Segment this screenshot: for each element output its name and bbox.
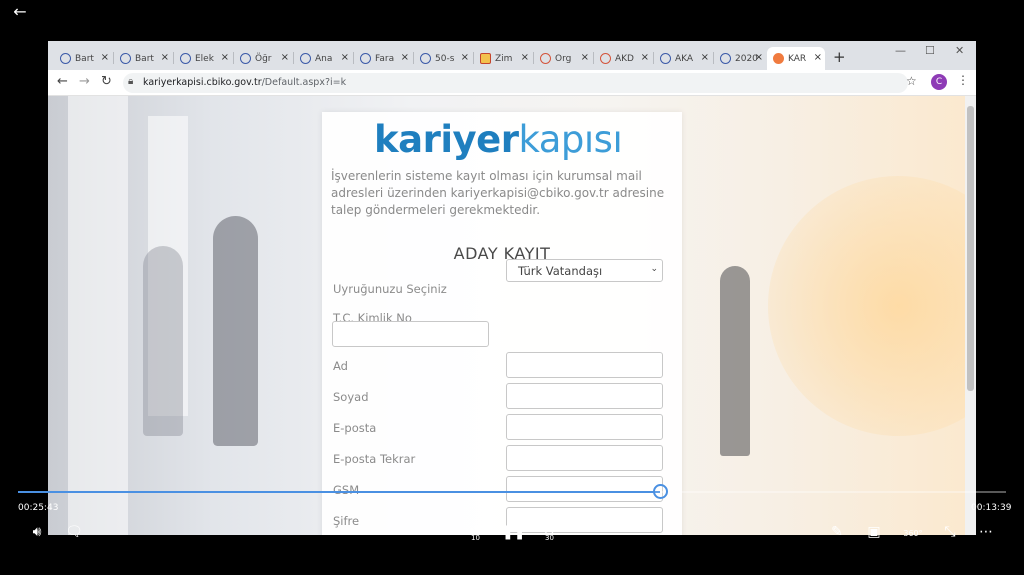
address-bar[interactable]: 🔒︎ kariyerkapisi.cbiko.gov.tr/Default.as… — [123, 73, 908, 93]
background-person — [143, 246, 183, 436]
video-player: ← Bart × Bart × Elek × Öğr × Ana × Fara × 50-s… — [0, 0, 1024, 575]
more-menu-icon[interactable]: ⋮ — [957, 73, 969, 87]
gsm-input[interactable] — [506, 476, 663, 502]
browser-tab[interactable]: 2020 × — [714, 47, 766, 70]
seek-bar[interactable] — [18, 484, 1006, 499]
globe-icon — [420, 53, 431, 64]
view-360-icon[interactable]: 360° — [898, 529, 928, 538]
mini-player-icon[interactable]: ▣ — [864, 524, 884, 540]
password-label: Şifre — [333, 514, 360, 528]
tc-input[interactable] — [332, 321, 489, 347]
registration-card: kariyerkapısı İşverenlerin sisteme kayıt… — [322, 112, 682, 535]
background-light — [768, 176, 965, 436]
nationality-select[interactable]: Türk Vatandaşı ⌄ — [506, 259, 663, 282]
url-host: kariyerkapisi.cbiko.gov.tr — [143, 77, 262, 88]
close-tab-icon[interactable]: × — [641, 52, 649, 63]
browser-tab[interactable]: Org × — [534, 47, 592, 70]
globe-icon — [240, 53, 251, 64]
browser-toolbar: ← → ↻ 🔒︎ kariyerkapisi.cbiko.gov.tr/Defa… — [48, 70, 976, 96]
exit-fullscreen-icon[interactable]: ⤡ — [940, 524, 960, 540]
browser-tab[interactable]: Elek × — [174, 47, 232, 70]
edit-pencil-icon[interactable]: ✎ — [827, 524, 847, 540]
skip-back-icon[interactable]: ↺ 10 — [465, 524, 485, 542]
subtitles-icon[interactable]: 🗨︎ — [64, 524, 84, 540]
close-tab-icon[interactable]: × — [221, 52, 229, 63]
pause-icon[interactable]: ❚❚ — [502, 524, 525, 540]
name-label: Ad — [333, 359, 348, 373]
site-icon — [540, 53, 551, 64]
close-tab-icon[interactable]: × — [755, 52, 763, 63]
web-page: kariyerkapısı İşverenlerin sisteme kayıt… — [48, 96, 965, 535]
seek-bar-fill — [18, 491, 661, 493]
browser-tab-active[interactable]: KAR × — [767, 47, 825, 70]
elapsed-time: 00:25:43 — [18, 503, 59, 513]
browser-tab[interactable]: Fara × — [354, 47, 412, 70]
browser-tab[interactable]: AKD × — [594, 47, 652, 70]
scroll-thumb[interactable] — [967, 106, 974, 391]
name-input[interactable] — [506, 352, 663, 378]
globe-icon — [120, 53, 131, 64]
browser-tab[interactable]: 50-s × — [414, 47, 472, 70]
globe-icon — [660, 53, 671, 64]
browser-tab[interactable]: Zim × — [474, 47, 532, 70]
email-input[interactable] — [506, 414, 663, 440]
email-repeat-label: E-posta Tekrar — [333, 452, 416, 466]
browser-tab-strip: Bart × Bart × Elek × Öğr × Ana × Fara × 50-s × … — [48, 41, 976, 70]
orange-site-icon — [773, 53, 784, 64]
browser-tab[interactable]: AKA × — [654, 47, 712, 70]
browser-tab[interactable]: Ana × — [294, 47, 352, 70]
volume-icon[interactable]: 🔊︎ — [27, 524, 47, 540]
close-tab-icon[interactable]: × — [521, 52, 529, 63]
remaining-time: 00:13:39 — [971, 503, 1012, 513]
reload-icon[interactable]: ↻ — [101, 74, 112, 89]
close-window-icon[interactable]: ✕ — [955, 44, 964, 57]
intro-text: İşverenlerin sisteme kayıt olması için k… — [331, 169, 665, 217]
minimize-icon[interactable]: — — [895, 44, 906, 57]
background-person — [213, 216, 258, 446]
back-icon[interactable]: ← — [57, 74, 68, 89]
close-tab-icon[interactable]: × — [161, 52, 169, 63]
email-label: E-posta — [333, 421, 377, 435]
url-path: /Default.aspx?i=k — [261, 77, 347, 88]
forward-icon[interactable]: → — [79, 74, 90, 89]
site-icon — [600, 53, 611, 64]
warning-icon — [480, 53, 491, 64]
globe-icon — [180, 53, 191, 64]
globe-icon — [360, 53, 371, 64]
password-input[interactable] — [506, 507, 663, 533]
globe-icon — [60, 53, 71, 64]
close-tab-icon[interactable]: × — [814, 52, 822, 63]
profile-avatar[interactable]: C — [931, 74, 947, 90]
background-window — [68, 96, 128, 535]
chevron-down-icon: ⌄ — [650, 264, 658, 274]
bookmark-star-icon[interactable]: ☆ — [906, 74, 917, 88]
new-tab-button[interactable]: + — [833, 48, 846, 66]
close-tab-icon[interactable]: × — [101, 52, 109, 63]
close-tab-icon[interactable]: × — [281, 52, 289, 63]
maximize-icon[interactable]: ☐ — [925, 44, 935, 57]
email-repeat-input[interactable] — [506, 445, 663, 471]
back-arrow-icon[interactable]: ← — [10, 3, 30, 23]
kariyer-kapisi-logo: kariyerkapısı — [374, 118, 623, 161]
lock-icon: 🔒︎ — [128, 76, 134, 87]
globe-icon — [300, 53, 311, 64]
close-tab-icon[interactable]: × — [461, 52, 469, 63]
video-frame[interactable]: Bart × Bart × Elek × Öğr × Ana × Fara × 50-s × … — [48, 41, 976, 535]
browser-tab[interactable]: Bart × — [54, 47, 112, 70]
page-scrollbar[interactable] — [965, 96, 976, 535]
gsm-label: GSM — [333, 483, 360, 497]
nationality-label: Uyruğunuzu Seçiniz — [333, 282, 447, 296]
browser-tab[interactable]: Öğr × — [234, 47, 292, 70]
globe-icon — [720, 53, 731, 64]
background-person — [720, 266, 750, 456]
skip-forward-icon[interactable]: ↻ 30 — [539, 524, 559, 542]
surname-input[interactable] — [506, 383, 663, 409]
more-options-icon[interactable]: ⋯ — [976, 524, 996, 540]
close-tab-icon[interactable]: × — [401, 52, 409, 63]
close-tab-icon[interactable]: × — [701, 52, 709, 63]
browser-tab[interactable]: Bart × — [114, 47, 172, 70]
close-tab-icon[interactable]: × — [341, 52, 349, 63]
close-tab-icon[interactable]: × — [581, 52, 589, 63]
surname-label: Soyad — [333, 390, 369, 404]
